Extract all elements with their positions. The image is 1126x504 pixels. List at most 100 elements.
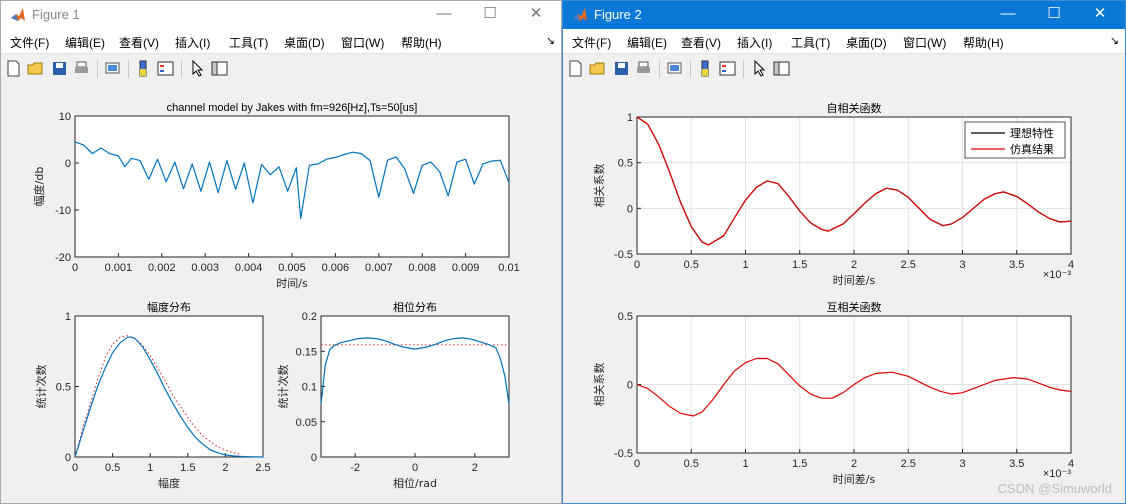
maximize-button[interactable]: ☐	[1031, 1, 1077, 29]
y-tick-label: 0	[627, 380, 633, 392]
x-tick-label: 0.004	[235, 262, 263, 274]
x-tick-label: 3	[959, 458, 965, 470]
menu-dock-arrow-icon[interactable]: ↘	[1110, 34, 1119, 47]
y-tick-label: 0.05	[296, 417, 317, 429]
x-tick-label: 1	[742, 259, 748, 271]
title-bar[interactable]: Figure 2 — ☐ ✕	[563, 1, 1125, 29]
y-tick-label: -0.5	[614, 448, 633, 460]
x-tick-label: 2	[222, 462, 228, 474]
link-plot-icon[interactable]	[104, 60, 121, 77]
link-plot-icon[interactable]	[666, 60, 683, 77]
legend-label-sim: 仿真结果	[1010, 142, 1054, 156]
x-tick-label: 2.5	[255, 462, 270, 474]
colorbar-icon[interactable]	[135, 60, 152, 77]
menu-window[interactable]: 窗口(W)	[903, 34, 946, 51]
x-tick-label: 1.5	[180, 462, 195, 474]
x-axis-exponent: ×10⁻³	[1043, 468, 1071, 480]
menu-tools[interactable]: 工具(T)	[229, 34, 268, 51]
figure-2-axes: 0 0.5 1 1.5 2 2.5 3 3.5 4-0.500.51自相关函数时间差/s相关系数…	[592, 101, 1074, 486]
y-tick-label: 0	[65, 452, 71, 464]
x-tick-label: 1	[742, 458, 748, 470]
x-axis-label: 幅度	[158, 476, 180, 490]
colorbar-icon[interactable]	[697, 60, 714, 77]
legend-icon[interactable]	[157, 60, 174, 77]
menu-edit[interactable]: 编辑(E)	[65, 34, 105, 51]
plot-title: 自相关函数	[827, 101, 882, 115]
x-tick-label: 0.5	[684, 458, 699, 470]
menu-insert[interactable]: 插入(I)	[737, 34, 772, 51]
figure-canvas[interactable]: 0 0.001 0.002 0.003 0.004 0.005 0.006 0.007 0.00…	[1, 84, 561, 503]
menu-view[interactable]: 查看(V)	[681, 34, 721, 51]
new-figure-icon[interactable]	[567, 60, 584, 77]
figure-1-axes: 0 0.001 0.002 0.003 0.004 0.005 0.006 0.007 0.00…	[32, 102, 520, 490]
menu-desktop[interactable]: 桌面(D)	[846, 34, 887, 51]
close-button[interactable]: ✕	[513, 1, 559, 29]
toolbar-separator	[659, 60, 660, 78]
menu-file[interactable]: 文件(F)	[572, 34, 611, 51]
title-bar[interactable]: Figure 1 — ☐ ✕	[1, 1, 561, 29]
y-tick-label: 0	[311, 452, 317, 464]
y-tick-label: -20	[55, 252, 71, 264]
x-tick-label: 0.007	[365, 262, 393, 274]
menu-edit[interactable]: 编辑(E)	[627, 34, 667, 51]
figure-canvas[interactable]: 0 0.5 1 1.5 2 2.5 3 3.5 4 -0.5 0 0.5 1 自相关函数 时间差/s 相关系数…	[563, 84, 1125, 503]
save-icon[interactable]	[613, 60, 630, 77]
menu-dock-arrow-icon[interactable]: ↘	[546, 34, 555, 47]
property-editor-icon[interactable]	[211, 60, 228, 77]
menu-desktop[interactable]: 桌面(D)	[284, 34, 325, 51]
minimize-button[interactable]: —	[985, 1, 1031, 29]
y-tick-label: 0.5	[56, 382, 71, 394]
x-tick-label: 0	[412, 462, 418, 474]
y-axis-label: 幅度/db	[32, 167, 46, 207]
menu-file[interactable]: 文件(F)	[10, 34, 49, 51]
toolbar-separator	[181, 60, 182, 78]
matlab-logo-icon	[573, 8, 587, 21]
toolbar	[1, 53, 561, 85]
pointer-icon[interactable]	[189, 60, 206, 77]
x-tick-label: 2.5	[901, 458, 916, 470]
matlab-logo-icon	[11, 8, 25, 21]
x-tick-label: 3.5	[1009, 259, 1024, 271]
x-axis-label: 相位/rad	[393, 476, 437, 490]
menu-window[interactable]: 窗口(W)	[341, 34, 384, 51]
x-axis-exponent: ×10⁻³	[1043, 269, 1071, 281]
menu-bar: 文件(F) 编辑(E) 查看(V) 插入(I) 工具(T) 桌面(D) 窗口(W…	[563, 29, 1125, 53]
property-editor-icon[interactable]	[773, 60, 790, 77]
maximize-button[interactable]: ☐	[467, 1, 513, 29]
y-axis-label: 统计次数	[276, 365, 290, 409]
menu-insert[interactable]: 插入(I)	[175, 34, 210, 51]
menu-help[interactable]: 帮助(H)	[401, 34, 442, 51]
watermark: CSDN @Simuworld	[997, 481, 1112, 496]
open-file-icon[interactable]	[589, 60, 606, 77]
y-axis-label: 统计次数	[34, 365, 48, 409]
y-tick-label: 0.15	[296, 346, 317, 358]
legend-icon[interactable]	[719, 60, 736, 77]
y-tick-label: 1	[65, 311, 71, 323]
x-tick-label: 0.009	[452, 262, 480, 274]
print-icon[interactable]	[635, 60, 652, 77]
x-tick-label: 0.001	[105, 262, 133, 274]
plot-title: 互相关函数	[827, 300, 882, 314]
x-axis-label: 时间差/s	[833, 273, 876, 287]
menu-view[interactable]: 查看(V)	[119, 34, 159, 51]
minimize-button[interactable]: —	[421, 1, 467, 29]
open-file-icon[interactable]	[27, 60, 44, 77]
y-tick-label: 10	[59, 111, 71, 123]
toolbar-separator	[128, 60, 129, 78]
plot-area	[321, 316, 509, 457]
menu-tools[interactable]: 工具(T)	[791, 34, 830, 51]
pointer-icon[interactable]	[751, 60, 768, 77]
new-figure-icon[interactable]	[5, 60, 22, 77]
x-tick-label: 0.01	[498, 262, 519, 274]
x-tick-label: 0.5	[105, 462, 120, 474]
menu-help[interactable]: 帮助(H)	[963, 34, 1004, 51]
y-tick-label: 0.1	[302, 382, 317, 394]
legend-label-ideal: 理想特性	[1010, 126, 1054, 140]
x-tick-label: 2	[472, 462, 478, 474]
plot-area	[75, 116, 509, 257]
x-axis-label: 时间差/s	[833, 472, 876, 486]
save-icon[interactable]	[51, 60, 68, 77]
y-tick-label: 0.5	[618, 158, 633, 170]
print-icon[interactable]	[73, 60, 90, 77]
close-button[interactable]: ✕	[1077, 1, 1123, 29]
